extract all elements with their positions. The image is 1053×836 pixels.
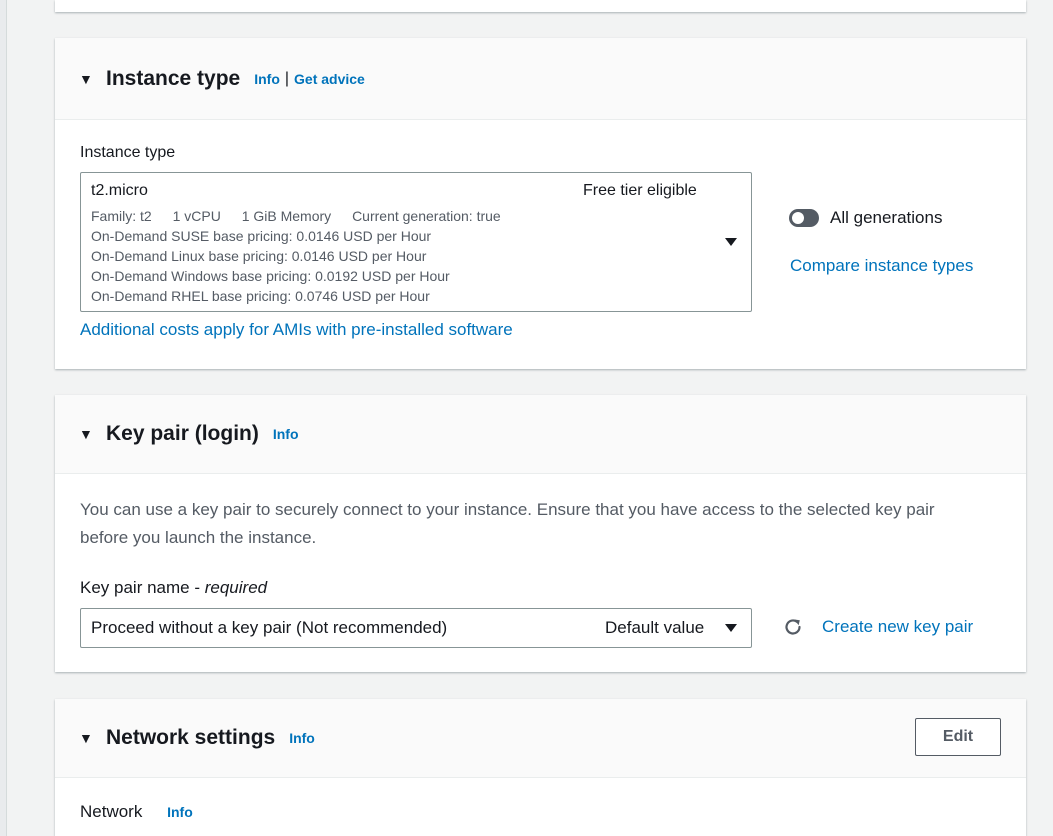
pricing-rhel: On-Demand RHEL base pricing: 0.0746 USD …: [91, 288, 430, 304]
caret-down-icon[interactable]: ▼: [79, 426, 93, 442]
network-settings-panel: ▼ Network settings Info Edit Network Inf…: [55, 699, 1026, 836]
create-new-key-pair-link[interactable]: Create new key pair: [822, 617, 973, 637]
instance-type-select[interactable]: t2.micro Free tier eligible Family: t2 1…: [80, 172, 752, 312]
free-tier-badge: Free tier eligible: [583, 182, 697, 199]
key-pair-description-line2: before you launch the instance.: [80, 528, 317, 547]
compare-instance-types-link[interactable]: Compare instance types: [790, 256, 973, 276]
pricing-windows: On-Demand Windows base pricing: 0.0192 U…: [91, 268, 450, 284]
instance-family: Family: t2: [91, 208, 152, 224]
get-advice-link[interactable]: Get advice: [294, 71, 365, 87]
instance-generation: Current generation: true: [352, 208, 501, 224]
all-generations-label: All generations: [830, 208, 943, 227]
instance-memory: 1 GiB Memory: [241, 208, 332, 224]
key-pair-header[interactable]: ▼ Key pair (login) Info: [55, 395, 1026, 474]
instance-type-panel: ▼ Instance type Info | Get advice Instan…: [55, 38, 1026, 369]
edit-button[interactable]: Edit: [915, 718, 1001, 756]
key-pair-panel: ▼ Key pair (login) Info You can use a ke…: [55, 395, 1026, 672]
instance-type-field-label: Instance type: [80, 144, 176, 161]
dropdown-caret-icon: [725, 624, 737, 632]
pricing-linux: On-Demand Linux base pricing: 0.0146 USD…: [91, 248, 427, 264]
left-rail: [0, 0, 7, 836]
instance-vcpu: 1 vCPU: [172, 208, 221, 224]
link-separator: |: [284, 69, 290, 87]
key-pair-description-line1: You can use a key pair to securely conne…: [80, 500, 935, 519]
refresh-icon[interactable]: [782, 616, 804, 638]
network-label: Network: [80, 802, 143, 821]
key-pair-info-link[interactable]: Info: [273, 426, 299, 442]
key-pair-select[interactable]: Proceed without a key pair (Not recommen…: [80, 608, 752, 648]
network-settings-title: Network settings: [106, 726, 276, 749]
required-marker: required: [204, 578, 268, 597]
all-generations-toggle[interactable]: [789, 209, 819, 227]
network-field-label: Network Info: [80, 802, 193, 822]
previous-panel-bottom: [55, 0, 1026, 12]
instance-type-title: Instance type: [106, 66, 241, 90]
toggle-knob: [792, 212, 804, 224]
network-settings-info-link[interactable]: Info: [289, 730, 315, 746]
key-pair-name-label: Key pair name - required: [80, 578, 267, 598]
instance-type-info-link[interactable]: Info: [254, 71, 280, 87]
network-info-link[interactable]: Info: [167, 804, 193, 820]
key-pair-title: Key pair (login): [106, 422, 259, 445]
dropdown-caret-icon: [725, 238, 737, 246]
pricing-suse: On-Demand SUSE base pricing: 0.0146 USD …: [91, 228, 432, 244]
additional-costs-link[interactable]: Additional costs apply for AMIs with pre…: [80, 320, 513, 340]
instance-type-header[interactable]: ▼ Instance type Info | Get advice: [55, 38, 1026, 120]
key-pair-name-label-text: Key pair name -: [80, 578, 205, 597]
network-settings-header[interactable]: ▼ Network settings Info: [55, 699, 1026, 778]
selected-instance-name: t2.micro: [91, 182, 148, 199]
default-value-tag: Default value: [605, 618, 705, 637]
key-pair-selected-value: Proceed without a key pair (Not recommen…: [91, 618, 448, 637]
caret-down-icon[interactable]: ▼: [79, 71, 93, 87]
caret-down-icon[interactable]: ▼: [79, 730, 93, 746]
